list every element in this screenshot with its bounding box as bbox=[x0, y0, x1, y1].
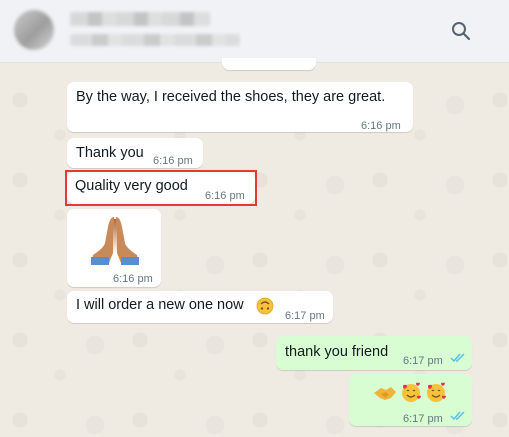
message-text: Thank you bbox=[76, 145, 144, 161]
upside-down-face-emoji bbox=[256, 297, 274, 315]
message-bubble-incoming[interactable]: Thank you 6:16 pm bbox=[67, 138, 203, 168]
message-time: 6:16 pm bbox=[113, 273, 153, 285]
smiling-face-with-hearts-emoji bbox=[402, 382, 421, 402]
read-receipt-icon bbox=[450, 353, 465, 363]
handshake-emoji bbox=[374, 387, 396, 400]
message-text: By the way, I received the shoes, they a… bbox=[76, 89, 386, 105]
smiling-face-with-hearts-emoji bbox=[427, 382, 446, 402]
contact-avatar[interactable] bbox=[14, 10, 54, 50]
message-text: thank you friend bbox=[285, 344, 389, 360]
message-time: 6:17 pm bbox=[403, 413, 443, 425]
highlight-box bbox=[65, 170, 257, 206]
message-time: 6:16 pm bbox=[361, 120, 401, 132]
search-icon bbox=[452, 22, 471, 41]
message-text: I will order a new one now bbox=[76, 297, 244, 313]
contact-name[interactable] bbox=[70, 12, 210, 26]
message-bubble-incoming[interactable]: By the way, I received the shoes, they a… bbox=[67, 82, 413, 132]
message-bubble-outgoing[interactable]: thank you friend 6:17 pm bbox=[276, 336, 472, 370]
message-time: 6:17 pm bbox=[285, 310, 325, 322]
message-bubble-outgoing[interactable]: 6:17 pm bbox=[349, 374, 472, 426]
search-button[interactable] bbox=[448, 18, 474, 44]
message-bubble-incoming[interactable]: 6:16 pm bbox=[67, 209, 161, 287]
contact-status bbox=[70, 34, 240, 46]
message-time: 6:16 pm bbox=[153, 155, 193, 167]
read-receipt-icon bbox=[450, 411, 465, 421]
message-time: 6:17 pm bbox=[403, 355, 443, 367]
message-bubble-partial[interactable] bbox=[222, 58, 316, 70]
message-bubble-incoming[interactable]: I will order a new one now 6:17 pm bbox=[67, 291, 333, 323]
chat-header bbox=[0, 0, 509, 63]
folded-hands-emoji bbox=[91, 217, 139, 265]
